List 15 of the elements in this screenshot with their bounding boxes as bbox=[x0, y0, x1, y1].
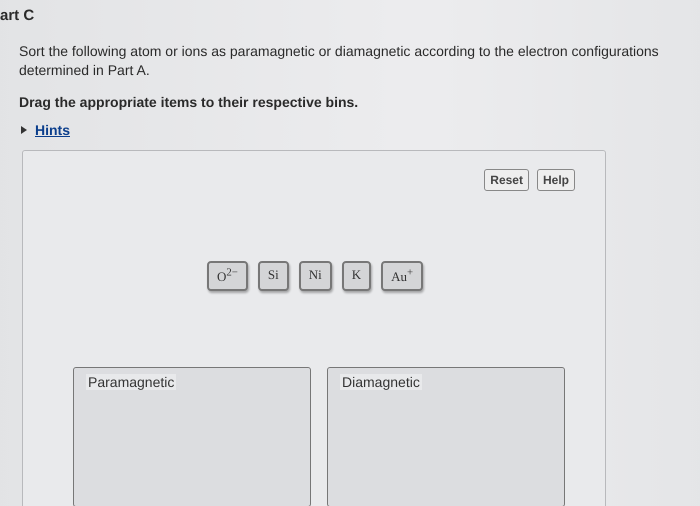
bin-label: Paramagnetic bbox=[86, 374, 176, 390]
drop-bin[interactable]: Diamagnetic bbox=[327, 367, 565, 506]
bin-label: Diamagnetic bbox=[340, 374, 422, 390]
part-heading: art C bbox=[0, 6, 34, 26]
instructions-text: Sort the following atom or ions as paramagnetic or diamagnetic according to the electron configurations determined in Part A. bbox=[19, 42, 660, 80]
help-button[interactable]: Help bbox=[536, 169, 575, 191]
draggable-item[interactable]: K bbox=[342, 261, 372, 292]
hints-link[interactable]: Hints bbox=[35, 122, 70, 138]
draggable-item[interactable]: Ni bbox=[298, 261, 332, 292]
task-text: Drag the appropriate items to their respective bins. bbox=[19, 94, 358, 110]
reset-button[interactable]: Reset bbox=[484, 169, 529, 191]
draggable-item[interactable]: Si bbox=[258, 261, 289, 292]
draggable-item[interactable]: O$^{2−}$ bbox=[207, 261, 248, 292]
draggable-item[interactable]: Au$^{+}$ bbox=[381, 261, 424, 292]
drop-bin[interactable]: Paramagnetic bbox=[73, 367, 311, 506]
